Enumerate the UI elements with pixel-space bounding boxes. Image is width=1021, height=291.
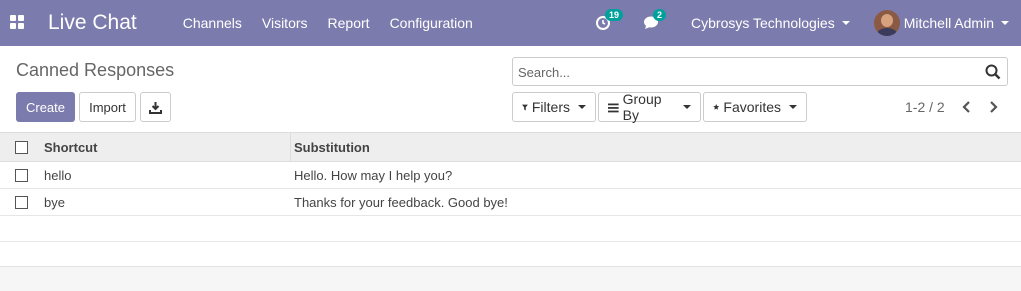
caret-down-icon <box>578 105 586 109</box>
company-name: Cybrosys Technologies <box>691 15 835 31</box>
pager-value[interactable]: 1-2 / 2 <box>905 99 945 115</box>
pager-next-button[interactable] <box>986 99 1000 115</box>
messages-badge: 2 <box>653 9 667 21</box>
column-header-substitution[interactable]: Substitution <box>294 140 370 155</box>
table-row[interactable]: bye Thanks for your feedback. Good bye! <box>0 189 1021 216</box>
favorites-dropdown[interactable]: Favorites <box>703 92 807 122</box>
cell-substitution: Thanks for your feedback. Good bye! <box>294 195 508 210</box>
menu-item-report[interactable]: Report <box>328 15 370 31</box>
cell-substitution: Hello. How may I help you? <box>294 168 453 183</box>
download-button[interactable] <box>140 92 171 122</box>
download-icon <box>149 101 162 114</box>
cell-shortcut: bye <box>44 195 65 210</box>
menu-item-visitors[interactable]: Visitors <box>262 15 308 31</box>
chevron-left-icon <box>961 101 970 113</box>
table-row[interactable]: hello Hello. How may I help you? <box>0 162 1021 189</box>
caret-down-icon <box>841 21 850 25</box>
company-switcher[interactable]: Cybrosys Technologies <box>691 15 850 31</box>
pager-previous-button[interactable] <box>959 99 973 115</box>
search-bar <box>512 57 1008 86</box>
row-checkbox[interactable] <box>15 169 28 182</box>
menu-item-configuration[interactable]: Configuration <box>390 15 473 31</box>
user-name: Mitchell Admin <box>903 15 994 31</box>
systray: 19 2 Cybrosys Technologies Mitchell Admi… <box>595 0 1021 46</box>
caret-down-icon <box>789 105 797 109</box>
main-menu: Channels Visitors Report Configuration <box>183 15 493 31</box>
filter-icon <box>522 104 528 110</box>
user-menu[interactable]: Mitchell Admin <box>873 10 1009 36</box>
bars-icon <box>608 103 619 112</box>
group-by-dropdown[interactable]: Group By <box>598 91 701 123</box>
caret-down-icon <box>1001 21 1009 25</box>
list-footer <box>0 266 1021 291</box>
caret-down-icon <box>683 105 691 109</box>
search-input[interactable] <box>518 63 978 81</box>
top-navbar: Live Chat Channels Visitors Report Confi… <box>0 0 1021 46</box>
filters-label: Filters <box>531 99 570 115</box>
favorites-label: Favorites <box>723 99 781 115</box>
search-icon[interactable] <box>985 64 1001 80</box>
avatar <box>873 10 900 36</box>
star-icon <box>713 104 720 110</box>
cell-shortcut: hello <box>44 168 72 183</box>
menu-item-channels[interactable]: Channels <box>183 15 242 31</box>
empty-row <box>0 216 1021 242</box>
column-divider[interactable] <box>290 133 291 162</box>
activity-badge: 19 <box>605 9 624 21</box>
table-header: Shortcut Substitution <box>0 132 1021 162</box>
import-button[interactable]: Import <box>79 92 136 122</box>
select-all-checkbox[interactable] <box>15 141 28 154</box>
activity-button[interactable]: 19 <box>595 9 624 32</box>
list-table: Shortcut Substitution hello Hello. How m… <box>0 132 1021 242</box>
row-checkbox[interactable] <box>15 196 28 209</box>
chevron-right-icon <box>989 101 998 113</box>
create-button[interactable]: Create <box>16 92 75 122</box>
messages-button[interactable]: 2 <box>643 9 667 32</box>
column-header-shortcut[interactable]: Shortcut <box>44 140 97 155</box>
page-title: Canned Responses <box>16 60 175 80</box>
apps-grid-icon[interactable] <box>10 15 26 31</box>
group-by-label: Group By <box>622 91 662 123</box>
filters-dropdown[interactable]: Filters <box>512 92 596 122</box>
app-name[interactable]: Live Chat <box>48 11 137 35</box>
